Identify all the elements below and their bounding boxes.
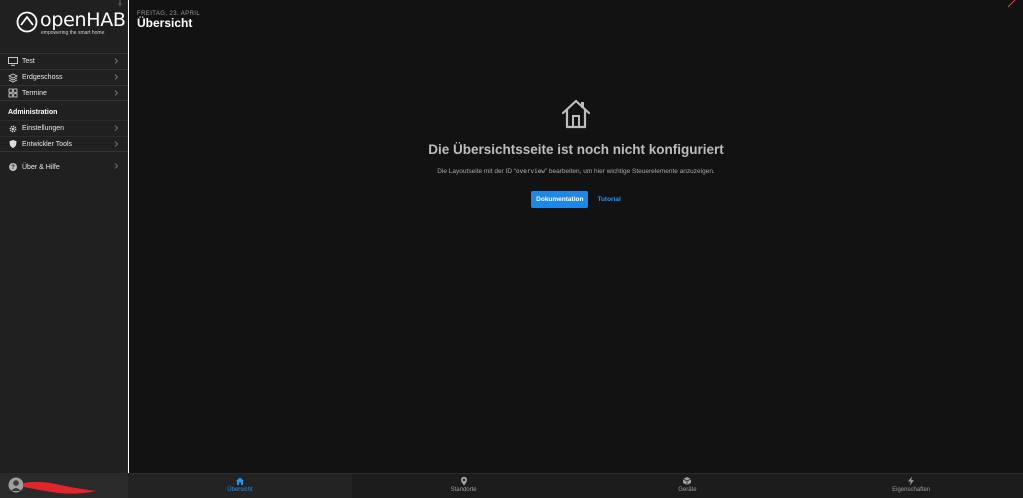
main-content: FREITAG, 23. APRIL Übersicht Die Übersic… [129,0,1023,473]
tab-list: Übersicht Standorte Geräte Eigenschaften [128,474,1023,498]
home-icon [235,477,244,485]
house-icon [561,99,591,129]
shield-icon [8,139,18,149]
sidebar-item-ueber-hilfe[interactable]: ? Über & Hilfe [0,159,128,175]
description-text: Die Layoutseite mit der ID “ [437,168,517,175]
chevron-right-icon [114,90,119,96]
svg-text:?: ? [11,165,15,171]
layout-id-code: overview [516,168,545,175]
tutorial-link[interactable]: Tutorial [597,196,620,203]
monitor-icon [8,57,18,67]
chevron-right-icon [114,74,119,80]
tab-uebersicht[interactable]: Übersicht [128,474,352,498]
layers-icon [8,73,18,83]
help-menu: ? Über & Hilfe [0,159,128,175]
edit-corner-icon[interactable] [1007,0,1017,8]
documentation-button[interactable]: Dokumentation [531,191,589,208]
tab-label: Übersicht [227,487,253,493]
chevron-right-icon [114,141,119,147]
administration-heading: Administration [8,109,58,116]
sidebar-item-label: Test [22,58,35,65]
admin-menu: Einstellungen Entwickler Tools [0,120,128,152]
redaction-mark [24,481,96,494]
tab-eigenschaften[interactable]: Eigenschaften [799,474,1023,498]
brand-tagline: empowering the smart home [41,30,105,36]
openhab-logo[interactable]: openHAB empowering the smart home [16,9,126,36]
brand-name: openHAB [40,9,126,31]
tab-label: Geräte [678,487,697,493]
sidebar-item-label: Einstellungen [22,125,65,132]
sidebar: openHAB empowering the smart home Test E… [0,0,128,473]
bottom-tabbar: Übersicht Standorte Geräte Eigenschaften [0,473,1023,498]
sidebar-item-entwickler-tools[interactable]: Entwickler Tools [0,136,128,152]
sidebar-item-erdgeschoss[interactable]: Erdgeschoss [0,69,128,85]
grid-icon [8,88,18,98]
description-text: ” bearbeiten, um hier wichtige Steuerele… [544,168,715,175]
tab-label: Eigenschaften [892,487,931,493]
tab-geraete[interactable]: Geräte [575,474,800,498]
chevron-right-icon [114,163,119,169]
chevron-right-icon [114,125,119,131]
empty-state-actions: Dokumentation Tutorial [129,191,1023,208]
help-icon: ? [8,162,18,172]
sidebar-item-label: Über & Hilfe [22,163,60,171]
empty-state-heading: Die Übersichtsseite ist noch nicht konfi… [428,142,724,157]
empty-state: Die Übersichtsseite ist noch nicht konfi… [129,97,1023,208]
sidebar-item-termine[interactable]: Termine [0,85,128,101]
empty-state-description: Die Layoutseite mit der ID “overview” be… [129,168,1023,175]
lightning-icon [908,476,915,486]
sidebar-item-einstellungen[interactable]: Einstellungen [0,120,128,136]
openhab-logo-icon [16,11,38,33]
user-panel[interactable] [0,474,128,498]
sidebar-item-test[interactable]: Test [0,53,128,69]
location-pin-icon [460,476,467,486]
tab-standorte[interactable]: Standorte [351,474,576,498]
sidebar-item-label: Erdgeschoss [22,74,63,81]
sidebar-item-label: Termine [22,89,47,97]
tab-label: Standorte [450,487,477,493]
page-title: Übersicht [137,16,193,30]
sidebar-item-label: Entwickler Tools [22,140,73,148]
chevron-right-icon [114,58,119,64]
gear-icon [8,124,18,134]
cube-icon [683,477,692,485]
drag-handle-icon[interactable] [118,0,122,6]
sidebar-menu: Test Erdgeschoss Termine [0,53,128,101]
